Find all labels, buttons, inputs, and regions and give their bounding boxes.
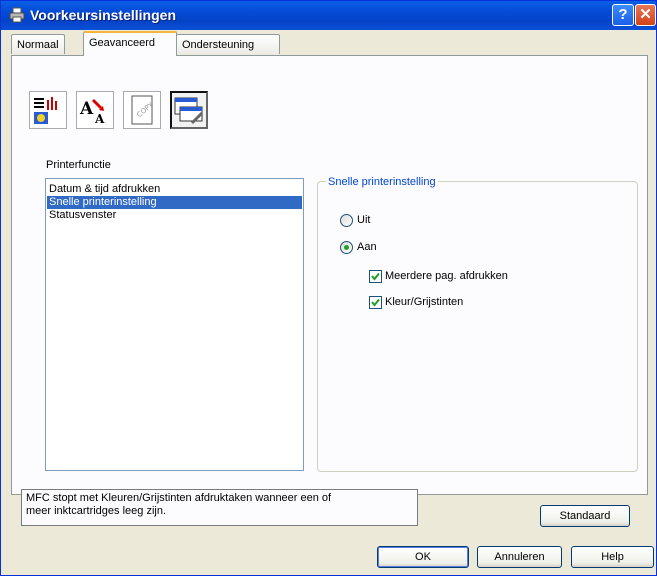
tab-geavanceerd[interactable]: Geavanceerd (83, 31, 177, 56)
status-line-2: meer inktcartridges leeg zijn. (26, 505, 167, 517)
printer-function-list[interactable]: Datum & tijd afdrukken Snelle printerins… (45, 178, 304, 471)
window-title: Voorkeursinstellingen (30, 7, 176, 23)
help-title-button[interactable]: ? (612, 4, 634, 26)
uit-radio[interactable] (340, 214, 353, 227)
svg-text:A: A (79, 99, 94, 119)
multi-page-label: Meerdere pag. afdrukken (385, 270, 508, 282)
list-item[interactable]: Datum & tijd afdrukken (47, 183, 302, 196)
aan-label: Aan (357, 241, 377, 253)
color-gray-checkbox[interactable] (369, 296, 382, 309)
close-icon: ✕ (639, 6, 652, 23)
watermark-copy-icon: COPY (131, 95, 155, 125)
tab-normaal[interactable]: Normaal (11, 34, 65, 54)
font-scaling-icon: A A (79, 98, 105, 126)
aan-radio[interactable] (340, 241, 353, 254)
color-gray-label: Kleur/Grijstinten (385, 296, 464, 308)
multi-page-checkbox[interactable] (369, 270, 382, 283)
svg-text:A: A (94, 112, 105, 126)
checkmark-icon (371, 298, 380, 307)
printer-function-icon (174, 97, 204, 125)
standaard-button[interactable]: Standaard (540, 505, 630, 527)
checkmark-icon (371, 272, 380, 281)
status-description: MFC stopt met Kleuren/Grijstinten afdruk… (21, 489, 418, 526)
font-scaling-button[interactable]: A A (76, 91, 114, 129)
printer-icon (9, 7, 25, 23)
feature-icon-bar: A A COPY (25, 69, 240, 154)
watermark-button[interactable]: COPY (123, 91, 161, 129)
printer-function-label: Printerfunctie (46, 159, 111, 171)
status-line-1: MFC stopt met Kleuren/Grijstinten afdruk… (26, 492, 332, 504)
help-button[interactable]: Help (571, 546, 654, 568)
ok-button[interactable]: OK (377, 546, 469, 568)
list-item[interactable]: Snelle printerinstelling (47, 196, 302, 209)
annuleren-button[interactable]: Annuleren (477, 546, 562, 568)
close-button[interactable]: ✕ (635, 4, 656, 26)
quick-setup-legend: Snelle printerinstelling (326, 176, 438, 188)
tab-ondersteuning[interactable]: Ondersteuning (176, 34, 280, 54)
color-settings-button[interactable] (29, 91, 67, 129)
color-settings-icon (34, 97, 57, 124)
list-item[interactable]: Statusvenster (47, 209, 302, 222)
uit-label: Uit (357, 214, 371, 226)
dialog-window: Voorkeursinstellingen ? ✕ Normaal Geavan… (0, 0, 657, 576)
printer-function-button[interactable] (170, 91, 208, 129)
title-bar[interactable]: Voorkeursinstellingen ? ✕ (1, 1, 656, 30)
